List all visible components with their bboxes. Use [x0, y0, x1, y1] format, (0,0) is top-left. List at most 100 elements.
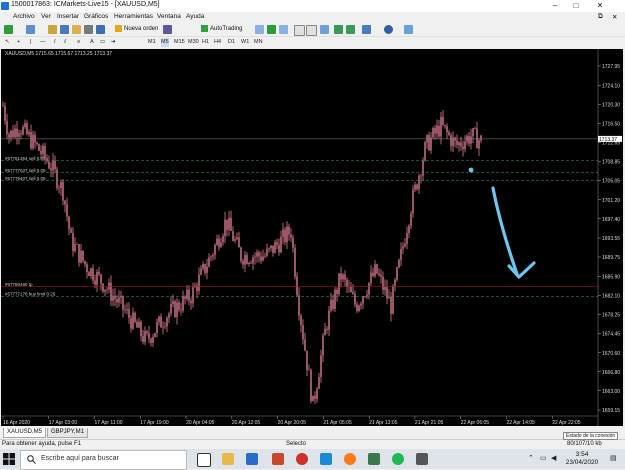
tab-gbpjpy-m1[interactable]: GBPJPY,M1 [47, 428, 88, 438]
tf-mn[interactable]: MN [254, 38, 263, 47]
mail-icon[interactable] [246, 453, 258, 465]
menu-ventana[interactable]: Ventana [157, 13, 181, 20]
fibonacci-icon[interactable]: ≡ [77, 38, 80, 47]
close-button[interactable]: ✕ [590, 0, 610, 12]
crosshair-icon[interactable]: + [17, 38, 20, 47]
candle-body [260, 256, 262, 261]
candle-body [188, 289, 190, 301]
menu-insertar[interactable]: Insertar [57, 13, 79, 20]
line-chart-icon[interactable] [279, 25, 288, 34]
candle-body [36, 142, 38, 145]
minimize-button[interactable]: – [545, 0, 565, 12]
office-icon[interactable] [272, 453, 284, 465]
price-chart[interactable]: 1727.95 1724.10 1720.30 1716.50 1712.65 1708.… [1, 49, 623, 426]
price-tick-label: 1678.25 [602, 313, 620, 319]
windows-start-icon[interactable] [3, 453, 15, 465]
order-label: #57776407 sell 0.05 [5, 176, 46, 181]
zoom-in-icon[interactable] [294, 25, 305, 36]
chart-shift-icon[interactable] [346, 25, 355, 34]
tf-w1[interactable]: W1 [241, 38, 249, 47]
tf-h1[interactable]: H1 [202, 38, 209, 47]
periods-icon[interactable] [384, 25, 393, 34]
menu-ver[interactable]: Ver [41, 13, 51, 20]
candle-body [128, 309, 130, 319]
candle-body [292, 237, 294, 248]
zoom-out-icon[interactable] [306, 25, 317, 36]
autotrading-button[interactable]: AutoTrading [199, 24, 244, 34]
tile-windows-icon[interactable] [320, 25, 329, 34]
tf-m1[interactable]: M1 [148, 38, 156, 47]
candle-body [350, 286, 352, 293]
candle-body [304, 339, 306, 351]
menu-graficos[interactable]: Gráficos [84, 13, 108, 20]
label-tool-icon[interactable]: ▭ [100, 38, 105, 47]
trendline-icon[interactable]: / [54, 38, 56, 47]
navigator-icon[interactable] [72, 25, 81, 34]
file-explorer-icon[interactable] [222, 453, 234, 465]
candle-body [136, 321, 138, 328]
tf-m5[interactable]: M5 [161, 38, 169, 47]
candle-body [402, 246, 404, 249]
candle-body [78, 244, 80, 263]
search-icon [27, 455, 36, 464]
edge-icon[interactable] [320, 453, 332, 465]
candle-body [212, 254, 214, 257]
market-watch-icon[interactable] [48, 25, 57, 34]
tray-chevron-icon[interactable]: ⌃ [528, 454, 534, 462]
vertical-line-icon[interactable]: | [30, 38, 31, 47]
text-tool-icon[interactable]: A [90, 38, 94, 47]
tf-d1[interactable]: D1 [228, 38, 235, 47]
channel-icon[interactable]: ⫽ [64, 38, 66, 47]
tf-m30[interactable]: M30 [188, 38, 199, 47]
candle-body [172, 301, 174, 305]
clock-time: 3:54 [575, 451, 589, 458]
candlestick-icon[interactable] [267, 25, 276, 34]
candle-body [216, 238, 218, 246]
templates-icon[interactable] [404, 25, 413, 34]
new-order-button[interactable]: Nueva orden [113, 24, 160, 34]
candle-body [248, 262, 250, 264]
tf-h4[interactable]: H4 [214, 38, 221, 47]
candle-body [390, 296, 392, 314]
candle-body [130, 318, 132, 329]
tf-m15[interactable]: M15 [174, 38, 185, 47]
menu-close-icon[interactable]: ✕ [612, 13, 617, 21]
menu-archivo[interactable]: Archivo [13, 13, 35, 20]
meta-editor-icon[interactable] [163, 25, 172, 34]
app-icon-extra[interactable] [416, 453, 428, 465]
candle-body [316, 388, 318, 399]
auto-scroll-icon[interactable] [334, 25, 343, 34]
notifications-icon[interactable]: ▤ [610, 454, 617, 462]
menu-ayuda[interactable]: Ayuda [186, 13, 204, 20]
bar-chart-icon[interactable] [255, 25, 264, 34]
candle-body [222, 235, 224, 243]
arrow-tool-icon[interactable]: ➔ [111, 38, 116, 47]
candle-body [50, 168, 52, 171]
new-chart-icon[interactable] [4, 25, 13, 34]
indicators-icon[interactable] [362, 25, 371, 34]
candle-body [478, 140, 480, 149]
network-icon[interactable]: ▭ [540, 454, 547, 462]
candle-body [58, 187, 60, 189]
menu-restore-icon[interactable]: ⧉ [598, 13, 603, 21]
metatrader-icon[interactable] [368, 453, 380, 465]
status-traffic: 80/107/10 kb [567, 441, 602, 447]
opera-icon[interactable] [296, 453, 308, 465]
taskbar-search[interactable]: Escribe aquí para buscar [20, 450, 187, 470]
candle-body [164, 326, 166, 328]
menu-herramientas[interactable]: Herramientas [114, 13, 153, 20]
profiles-icon[interactable] [26, 25, 35, 34]
restore-button[interactable]: □ [566, 0, 586, 12]
candle-body [140, 321, 142, 336]
cursor-icon[interactable]: ↖ [5, 38, 10, 47]
firefox-icon[interactable] [344, 453, 356, 465]
strategy-tester-icon[interactable] [96, 25, 105, 34]
task-view-icon[interactable] [197, 453, 211, 467]
volume-icon[interactable]: ◀ [551, 454, 556, 462]
tab-xauusd-m5[interactable]: XAUUSD,M5 [3, 428, 47, 438]
horizontal-line-icon[interactable]: — [40, 38, 46, 47]
terminal-icon[interactable] [84, 25, 93, 34]
taskbar-clock[interactable]: 3:54 23/04/2020 [561, 451, 603, 467]
spotify-icon[interactable] [392, 453, 404, 465]
data-window-icon[interactable] [60, 25, 69, 34]
